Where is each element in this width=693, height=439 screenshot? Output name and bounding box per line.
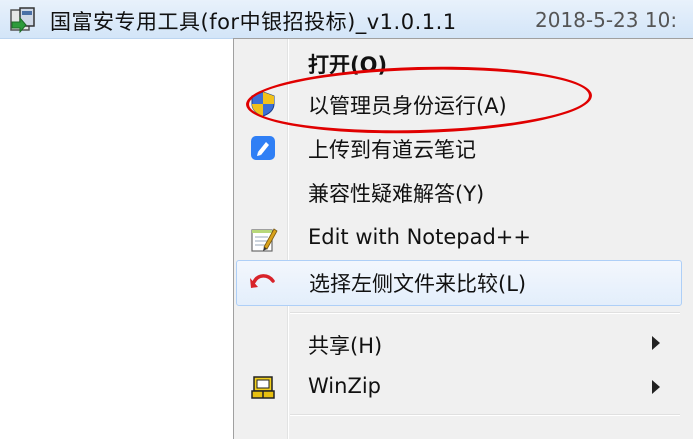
menu-item-compat-troubleshoot[interactable]: 兼容性疑难解答(Y) (236, 170, 680, 214)
menu-item-share[interactable]: 共享(H) (236, 322, 680, 366)
file-row[interactable]: 国富安专用工具(for中银招投标)_v1.0.1.1 2018-5-23 10: (0, 0, 693, 39)
menu-item-compare-left[interactable]: 选择左侧文件来比较(L) (236, 260, 682, 306)
menu-separator (290, 414, 680, 416)
context-menu: 打开(O) 以管理员身份运行(A) 上传到有道云笔记 兼容性疑难解答(Y) Ed… (233, 38, 693, 439)
submenu-arrow-icon (652, 380, 660, 394)
menu-item-label: 上传到有道云笔记 (308, 138, 476, 162)
menu-item-label: 选择左侧文件来比较(L) (309, 272, 527, 296)
menu-item-label: WinZip (308, 374, 381, 398)
menu-item-open[interactable]: 打开(O) (236, 41, 680, 85)
menu-item-edit-notepadpp[interactable]: Edit with Notepad++ (236, 217, 680, 261)
menu-item-label: 以管理员身份运行(A) (308, 94, 507, 118)
uac-shield-icon (251, 91, 275, 117)
menu-separator (290, 312, 680, 314)
notepad-plus-plus-icon (251, 228, 278, 252)
submenu-arrow-icon (652, 336, 660, 350)
file-modified-date: 2018-5-23 10: (535, 8, 678, 32)
menu-item-winzip[interactable]: WinZip (236, 366, 680, 410)
menu-item-label: Edit with Notepad++ (308, 225, 532, 249)
menu-item-run-as-admin[interactable]: 以管理员身份运行(A) (236, 82, 680, 126)
menu-item-youdao-upload[interactable]: 上传到有道云笔记 (236, 126, 680, 170)
youdao-note-icon (251, 136, 275, 160)
menu-item-label: 兼容性疑难解答(Y) (308, 182, 485, 206)
menu-item-label: 共享(H) (308, 334, 383, 358)
installer-file-icon (10, 7, 35, 34)
winzip-icon (251, 376, 275, 399)
menu-item-label: 打开(O) (308, 53, 388, 77)
file-name: 国富安专用工具(for中银招投标)_v1.0.1.1 (50, 10, 457, 34)
compare-undo-icon (250, 274, 275, 288)
